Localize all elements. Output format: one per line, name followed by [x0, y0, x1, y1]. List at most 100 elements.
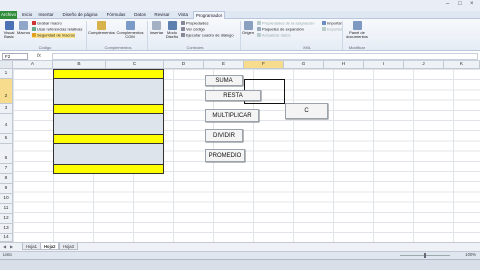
close-icon[interactable]: × [470, 1, 474, 7]
tab-archivo[interactable]: Archivo [0, 11, 17, 19]
origen-button[interactable]: Origen [242, 21, 254, 35]
visual-basic-button[interactable]: Visual Basic [2, 21, 16, 39]
macros-button[interactable]: Macros [17, 21, 30, 35]
tab-revisar[interactable]: Revisar [151, 11, 173, 19]
panel-documentos-button[interactable]: Panel de documentos [345, 21, 369, 39]
modo-diseno-button[interactable]: Modo Diseño [165, 21, 179, 39]
yellow-cell-row-1[interactable] [53, 69, 164, 79]
toolbox-icon [152, 21, 161, 30]
result-cell-row-6[interactable] [53, 144, 164, 164]
xml-source-icon [243, 21, 253, 30]
sheet-tab-hoja3[interactable]: Hoja3 [59, 243, 78, 250]
row-header-13[interactable]: 13 [0, 224, 13, 234]
formula-input[interactable] [52, 53, 478, 60]
tab-datos[interactable]: Datos [130, 11, 150, 19]
input-cell-row-2[interactable] [53, 79, 164, 104]
tab-diseno-pagina[interactable]: Diseño de página [57, 11, 103, 19]
column-header-a[interactable]: A [13, 61, 53, 69]
column-header-c[interactable]: C [106, 61, 164, 69]
code-icon [181, 27, 185, 31]
properties-icon [181, 21, 185, 25]
tab-vista[interactable]: Vista [174, 11, 192, 19]
exportar-button[interactable]: Exportar [322, 27, 342, 32]
resta-button[interactable]: RESTA [205, 90, 261, 101]
first-sheet-icon[interactable]: ◀ [3, 244, 6, 249]
tab-formulas[interactable]: Fórmulas [104, 11, 128, 19]
row-header-1[interactable]: 1 [0, 69, 13, 79]
tab-inicio[interactable]: Inicio [19, 11, 35, 19]
row-header-12[interactable]: 12 [0, 214, 13, 224]
sheet-tab-hoja1[interactable]: Hoja1 [22, 243, 41, 250]
tab-programador[interactable]: Programador [193, 11, 225, 19]
dialog-icon [181, 33, 185, 37]
grabar-macro-button[interactable]: Grabar macro [32, 21, 62, 26]
design-mode-icon [167, 21, 177, 30]
references-icon [32, 27, 36, 31]
clear-button[interactable]: C [285, 103, 328, 119]
propiedades-asignacion-button[interactable]: Propiedades de la asignación [257, 21, 314, 26]
group-label-controles: Controles [186, 45, 204, 50]
dividir-button[interactable]: DIVIDIR [205, 129, 243, 142]
suma-button[interactable]: SUMA [205, 75, 243, 86]
paquetes-expansion-button[interactable]: Paquetes de expansión [257, 27, 304, 32]
row-header-11[interactable]: 11 [0, 204, 13, 214]
column-header-f[interactable]: F [244, 61, 284, 69]
minimize-icon[interactable]: – [446, 1, 449, 7]
row-header-3[interactable]: 3 [0, 104, 13, 114]
column-header-h[interactable]: H [324, 61, 364, 69]
document-panel-icon [352, 21, 362, 30]
row-header-9[interactable]: 9 [0, 184, 13, 194]
propiedades-button[interactable]: Propiedades [181, 21, 208, 26]
row-header-6[interactable]: 6 [0, 144, 13, 164]
column-header-i[interactable]: I [364, 61, 404, 69]
importar-button[interactable]: Importar [322, 21, 342, 26]
fx-icon[interactable]: fx [37, 53, 41, 59]
complementos-button[interactable]: Complementos [88, 21, 115, 35]
ejecutar-dialogo-button[interactable]: Ejecutar cuadro de diálogo [181, 33, 234, 38]
row-header-14[interactable]: 14 [0, 234, 13, 242]
next-sheet-icon[interactable]: ▶ [10, 244, 13, 249]
row-header-5[interactable]: 5 [0, 134, 13, 144]
seguridad-macros-button[interactable]: Seguridad de macros [32, 33, 76, 38]
yellow-cell-row-7[interactable] [53, 164, 164, 174]
column-header-j[interactable]: J [404, 61, 444, 69]
ribbon-separator [342, 21, 343, 50]
column-header-k[interactable]: K [444, 61, 480, 69]
group-label-complementos: Complementos [104, 45, 132, 50]
row-header-2[interactable]: 2 [0, 79, 13, 104]
addins-icon [96, 21, 106, 30]
tab-insertar[interactable]: Insertar [36, 11, 56, 19]
export-icon [322, 27, 326, 31]
visual-basic-icon [4, 21, 14, 30]
warning-icon [32, 33, 36, 37]
multiplicar-button[interactable]: MULTIPLICAR [205, 109, 259, 122]
row-header-10[interactable]: 10 [0, 194, 13, 204]
usar-referencias-button[interactable]: Usar referencias relativas [32, 27, 82, 32]
macros-icon [18, 21, 28, 30]
row-header-4[interactable]: 4 [0, 114, 13, 134]
column-header-e[interactable]: E [204, 61, 244, 69]
yellow-cell-row-5[interactable] [53, 134, 164, 144]
column-header-g[interactable]: G [284, 61, 324, 69]
zoom-level[interactable]: 100% [465, 252, 476, 257]
select-all-corner[interactable] [0, 61, 13, 69]
ver-codigo-button[interactable]: Ver código [181, 27, 205, 32]
row-header-8[interactable]: 8 [0, 174, 13, 184]
group-label-xml: XML [302, 45, 312, 50]
import-icon [322, 21, 326, 25]
actualizar-datos-button[interactable]: Actualizar datos [257, 33, 290, 38]
packs-icon [257, 27, 261, 31]
name-box[interactable]: F2 [2, 53, 28, 60]
ribbon-separator [240, 21, 241, 50]
row-header-7[interactable]: 7 [0, 164, 13, 174]
yellow-cell-row-3[interactable] [53, 104, 164, 114]
maximize-icon[interactable]: □ [458, 1, 462, 7]
zoom-slider-handle[interactable] [424, 253, 426, 258]
sheet-tab-hoja2[interactable]: Hoja2 [40, 243, 60, 250]
column-header-b[interactable]: B [53, 61, 106, 69]
insertar-control-button[interactable]: Insertar [149, 21, 164, 35]
complementos-com-button[interactable]: Complementos COM [115, 21, 145, 39]
input-cell-row-4[interactable] [53, 114, 164, 134]
promedio-button[interactable]: PROMEDIO [205, 149, 245, 162]
column-header-d[interactable]: D [164, 61, 204, 69]
